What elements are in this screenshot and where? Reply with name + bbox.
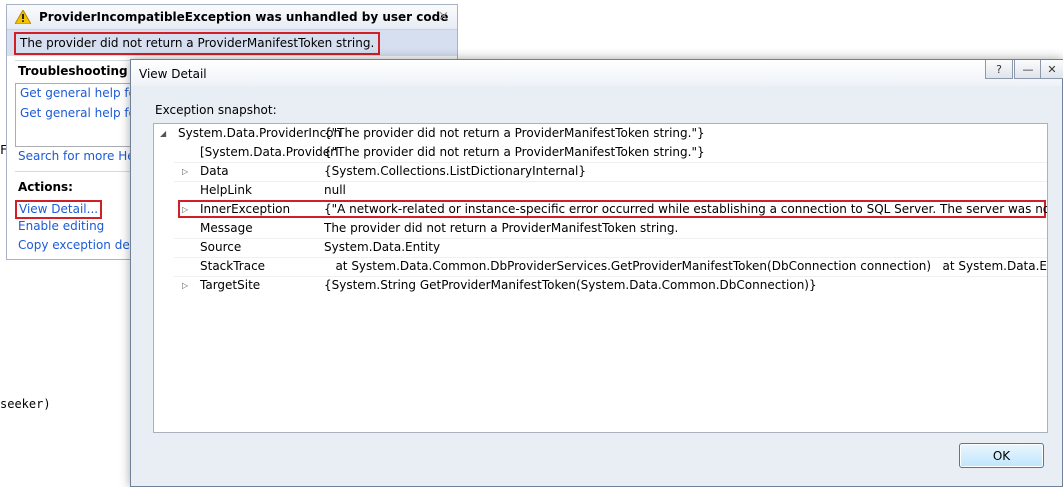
tree-row[interactable]: ▷ TargetSite {System.String GetProviderM… — [154, 276, 1047, 295]
exception-tree[interactable]: ◢ System.Data.ProviderIncon {"The provid… — [153, 123, 1048, 433]
row-key: TargetSite — [200, 278, 261, 292]
tree-row[interactable]: ◢ System.Data.ProviderIncon {"The provid… — [154, 124, 1047, 143]
collapsed-arrow-icon[interactable]: ▷ — [182, 276, 188, 295]
exception-message: The provider did not return a ProviderMa… — [14, 32, 381, 55]
row-key: [System.Data.ProviderI — [200, 145, 339, 159]
row-key: Source — [200, 240, 242, 254]
tree-row[interactable]: StackTrace at System.Data.Common.DbProvi… — [154, 257, 1047, 276]
actions-title: Actions: — [18, 180, 73, 194]
collapsed-arrow-icon[interactable]: ▷ — [182, 200, 188, 219]
tree-row[interactable]: HelpLink null — [154, 181, 1047, 200]
code-fragment: seeker) — [0, 397, 51, 411]
row-value: {System.String GetProviderManifestToken(… — [324, 278, 817, 292]
close-button[interactable]: ✕ — [1040, 60, 1063, 79]
assistant-header: ProviderIncompatibleException was unhand… — [7, 5, 457, 30]
dialog-title: View Detail — [139, 67, 207, 81]
help-button[interactable]: ? — [985, 60, 1013, 79]
row-value: System.Data.Entity — [324, 240, 441, 254]
row-key: Data — [200, 164, 229, 178]
tree-row[interactable]: Source System.Data.Entity — [154, 238, 1047, 257]
row-key: System.Data.ProviderIncon — [178, 126, 342, 140]
copy-exception-link[interactable]: Copy exception detai — [18, 238, 145, 252]
enable-editing-link[interactable]: Enable editing — [18, 219, 104, 233]
warning-icon — [14, 8, 32, 25]
tree-row-inner-exception[interactable]: ▷ InnerException {"A network-related or … — [154, 200, 1047, 219]
expanded-arrow-icon[interactable]: ◢ — [160, 124, 166, 143]
row-value: at System.Data.Common.DbProviderServices… — [335, 259, 1048, 273]
ok-button[interactable]: OK — [959, 443, 1044, 468]
row-key: HelpLink — [200, 183, 252, 197]
search-help-link[interactable]: Search for more Help — [18, 149, 146, 163]
snapshot-label: Exception snapshot: — [155, 103, 277, 117]
view-detail-link[interactable]: View Detail... — [15, 200, 103, 219]
row-value: {System.Collections.ListDictionaryIntern… — [324, 164, 587, 178]
view-detail-dialog: View Detail ? — ✕ Exception snapshot: ◢ … — [130, 59, 1063, 487]
tree-row[interactable]: Message The provider did not return a Pr… — [154, 219, 1047, 238]
row-value: {"A network-related or instance-specific… — [324, 202, 1047, 216]
message-band: The provider did not return a ProviderMa… — [7, 30, 457, 56]
row-key: StackTrace — [200, 259, 266, 273]
assistant-title: ProviderIncompatibleException was unhand… — [39, 10, 449, 24]
row-value: {"The provider did not return a Provider… — [324, 145, 705, 159]
close-icon[interactable]: × — [438, 9, 449, 24]
minimize-button[interactable]: — — [1014, 60, 1042, 79]
row-value: null — [324, 183, 346, 197]
dialog-titlebar[interactable]: View Detail — [131, 60, 1062, 86]
row-key: InnerException — [200, 202, 291, 216]
row-key: Message — [200, 221, 253, 235]
row-value: {"The provider did not return a Provider… — [324, 126, 705, 140]
collapsed-arrow-icon[interactable]: ▷ — [182, 162, 188, 181]
tree-row[interactable]: [System.Data.ProviderI {"The provider di… — [154, 143, 1047, 162]
tree-row[interactable]: ▷ Data {System.Collections.ListDictionar… — [154, 162, 1047, 181]
row-value: The provider did not return a ProviderMa… — [324, 221, 679, 235]
